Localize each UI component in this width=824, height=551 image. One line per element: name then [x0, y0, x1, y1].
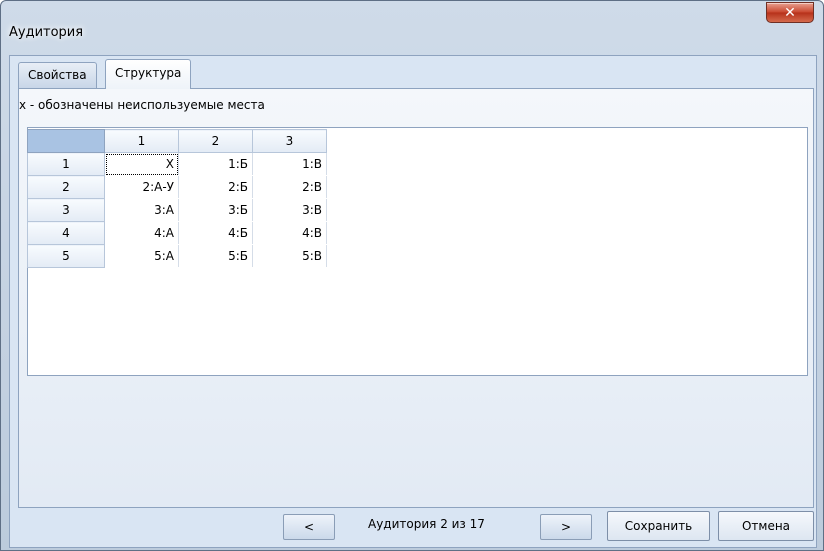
tab-structure[interactable]: Структура	[105, 59, 192, 89]
grid-cell[interactable]: 5:А	[104, 244, 179, 268]
tab-properties[interactable]: Свойства	[18, 62, 97, 88]
column-header[interactable]: 2	[178, 129, 253, 153]
column-header[interactable]: 1	[104, 129, 179, 153]
record-counter: Аудитория 2 из 17	[368, 517, 485, 531]
column-header[interactable]: 3	[252, 129, 327, 153]
table-row: 3 3:А 3:Б 3:В	[27, 198, 327, 222]
grid-cell[interactable]: 2:А-У	[104, 175, 179, 199]
grid-cell[interactable]: 2:В	[252, 175, 327, 199]
next-button-label: >	[560, 520, 572, 534]
cancel-button[interactable]: Отмена	[718, 511, 814, 541]
grid-cell[interactable]: 3:В	[252, 198, 327, 222]
table-row: 2 2:А-У 2:Б 2:В	[27, 175, 327, 199]
grid-cell[interactable]: 1:Б	[178, 152, 253, 176]
table-row: 1 X 1:Б 1:В	[27, 152, 327, 176]
save-button-label: Сохранить	[624, 519, 693, 533]
grid-cell[interactable]: 2:Б	[178, 175, 253, 199]
prev-button[interactable]: <	[283, 514, 335, 540]
grid-cell[interactable]: 3:Б	[178, 198, 253, 222]
row-header[interactable]: 5	[27, 244, 105, 268]
table-row: 4 4:А 4:Б 4:В	[27, 221, 327, 245]
grid-cell[interactable]: 3:А	[104, 198, 179, 222]
window-title: Аудитория	[9, 25, 84, 40]
title-bar[interactable]: Аудитория ✕	[1, 1, 823, 55]
row-header[interactable]: 3	[27, 198, 105, 222]
grid-cell[interactable]: 4:А	[104, 221, 179, 245]
grid-cell[interactable]: 4:Б	[178, 221, 253, 245]
close-button[interactable]: ✕	[766, 2, 814, 23]
row-header[interactable]: 1	[27, 152, 105, 176]
prev-button-label: <	[303, 520, 315, 534]
seat-grid: 1 2 3 1 X 1:Б 1:В 2 2:А-У 2:Б 2:В 3 3:А …	[27, 129, 327, 268]
grid-cell[interactable]: 5:Б	[178, 244, 253, 268]
save-button[interactable]: Сохранить	[607, 511, 710, 541]
grid-cell[interactable]: 1:В	[252, 152, 327, 176]
grid-corner-cell[interactable]	[27, 129, 105, 153]
grid-cell[interactable]: X	[104, 152, 179, 176]
grid-cell[interactable]: 4:В	[252, 221, 327, 245]
row-header[interactable]: 2	[27, 175, 105, 199]
next-button[interactable]: >	[540, 514, 592, 540]
hint-text: x - обозначены неиспользуемые места	[19, 98, 265, 112]
table-row: 5 5:А 5:Б 5:В	[27, 244, 327, 268]
close-icon: ✕	[784, 4, 796, 21]
grid-cell[interactable]: 5:В	[252, 244, 327, 268]
cancel-button-label: Отмена	[741, 519, 791, 533]
row-header[interactable]: 4	[27, 221, 105, 245]
